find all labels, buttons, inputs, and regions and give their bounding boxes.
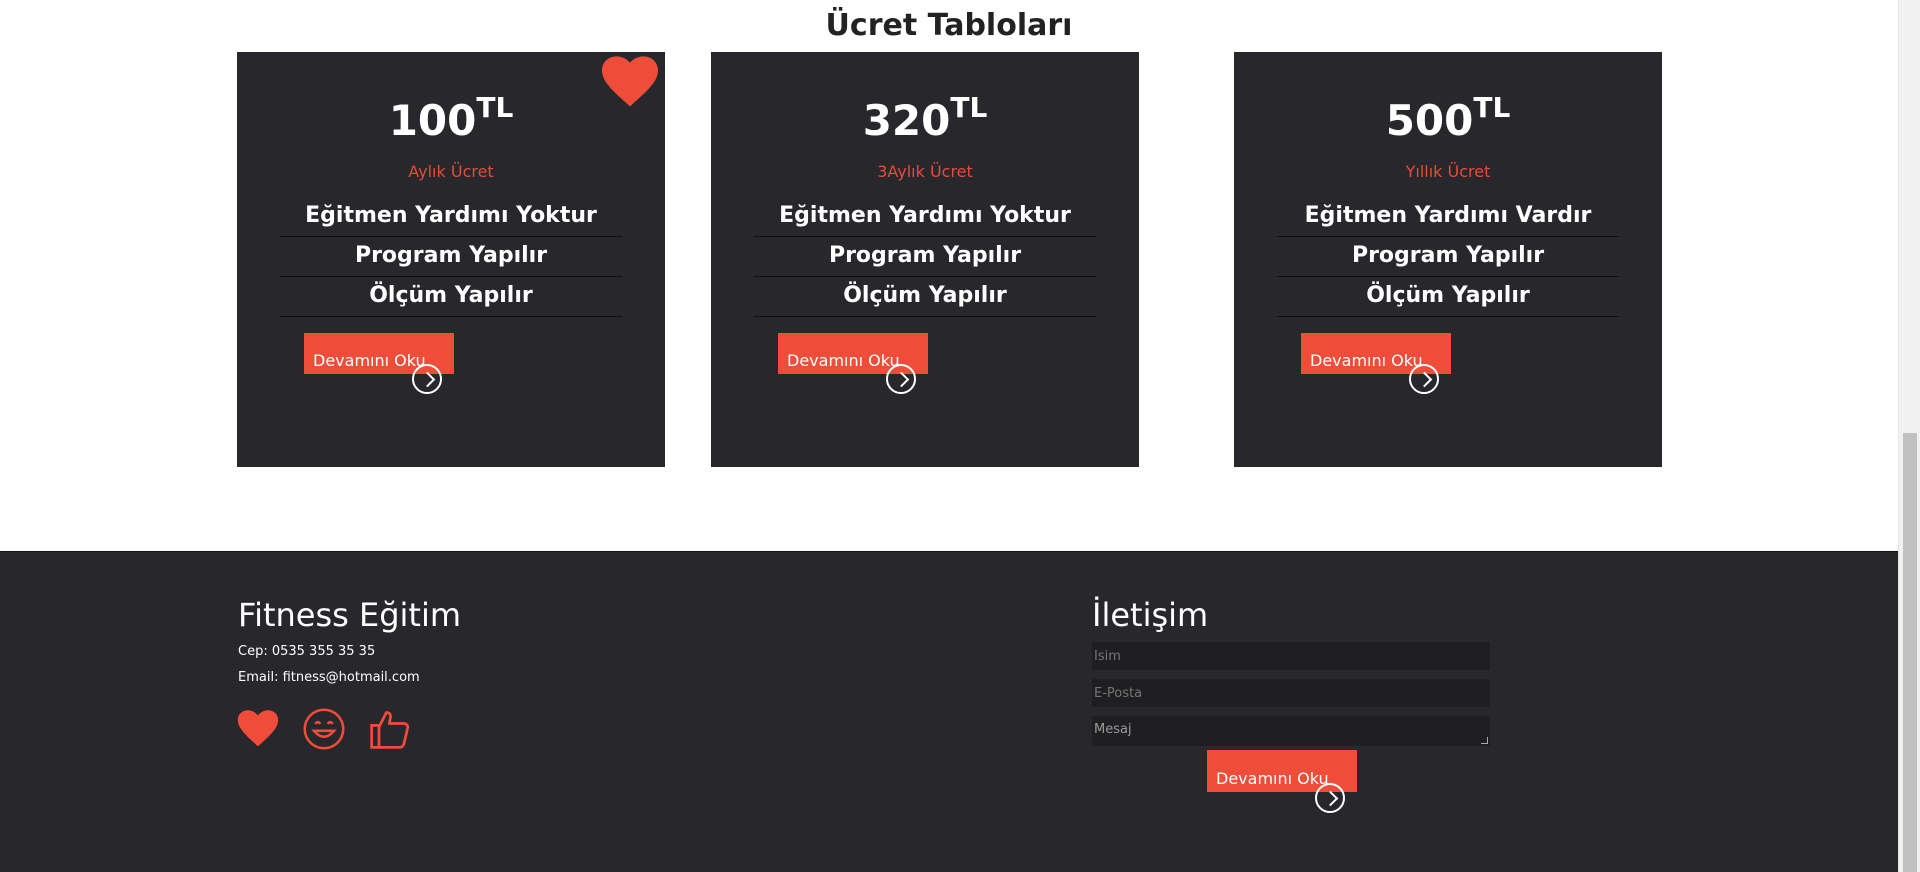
feature-item: Ölçüm Yapılır [754, 277, 1096, 317]
price: 320TL [711, 94, 1139, 142]
pricing-card-quarterly: 320TL 3Aylık Ücret Eğitmen Yardımı Yoktu… [711, 52, 1139, 467]
contact-title: İletişim [1092, 596, 1209, 634]
feature-item: Ölçüm Yapılır [1277, 277, 1619, 317]
feature-item: Program Yapılır [754, 237, 1096, 277]
price-amount: 100 [388, 96, 477, 145]
feature-list: Eğitmen Yardımı Vardır Program Yapılır Ö… [1277, 197, 1619, 317]
footer-phone: Cep: 0535 355 35 35 [238, 644, 376, 659]
chevron-right-circle-icon[interactable] [886, 364, 916, 394]
price-currency: TL [1473, 91, 1511, 124]
price: 100TL [237, 94, 665, 142]
feature-item: Ölçüm Yapılır [280, 277, 622, 317]
price: 500TL [1234, 94, 1662, 142]
price-currency: TL [476, 91, 514, 124]
price-currency: TL [950, 91, 988, 124]
feature-item: Program Yapılır [1277, 237, 1619, 277]
price-amount: 500 [1385, 96, 1474, 145]
chevron-right-circle-icon[interactable] [1409, 364, 1439, 394]
resize-handle-icon[interactable] [1481, 737, 1488, 744]
pricing-card-monthly: 100TL Aylık Ücret Eğitmen Yardımı Yoktur… [237, 52, 665, 467]
feature-item: Eğitmen Yardımı Yoktur [754, 197, 1096, 237]
feature-list: Eğitmen Yardımı Yoktur Program Yapılır Ö… [754, 197, 1096, 317]
chevron-right-circle-icon[interactable] [412, 364, 442, 394]
email-field[interactable] [1092, 679, 1490, 707]
footer-email: Email: fitness@hotmail.com [238, 670, 420, 685]
vertical-scrollbar[interactable] [1898, 0, 1920, 872]
price-period: Aylık Ücret [408, 162, 494, 181]
feature-item: Program Yapılır [280, 237, 622, 277]
price-amount: 320 [862, 96, 951, 145]
price-period: 3Aylık Ücret [877, 162, 973, 181]
chevron-right-circle-icon[interactable] [1315, 783, 1345, 813]
smile-icon[interactable] [302, 707, 346, 751]
scrollbar-thumb[interactable] [1903, 433, 1917, 872]
pricing-title: Ücret Tabloları [825, 8, 1073, 43]
message-placeholder: Mesaj [1094, 722, 1132, 737]
heart-icon[interactable] [236, 707, 280, 751]
feature-item: Eğitmen Yardımı Yoktur [280, 197, 622, 237]
pricing-card-yearly: 500TL Yıllık Ücret Eğitmen Yardımı Vardı… [1234, 52, 1662, 467]
page: Ücret Tabloları 100TL Aylık Ücret Eğitme… [0, 0, 1898, 872]
feature-list: Eğitmen Yardımı Yoktur Program Yapılır Ö… [280, 197, 622, 317]
price-period: Yıllık Ücret [1405, 162, 1491, 181]
thumbs-up-icon[interactable] [368, 707, 412, 751]
footer: Fitness Eğitim Cep: 0535 355 35 35 Email… [0, 551, 1898, 872]
footer-brand: Fitness Eğitim [238, 596, 462, 634]
feature-item: Eğitmen Yardımı Vardır [1277, 197, 1619, 237]
name-field[interactable] [1092, 642, 1490, 670]
message-field[interactable]: Mesaj [1092, 716, 1490, 746]
